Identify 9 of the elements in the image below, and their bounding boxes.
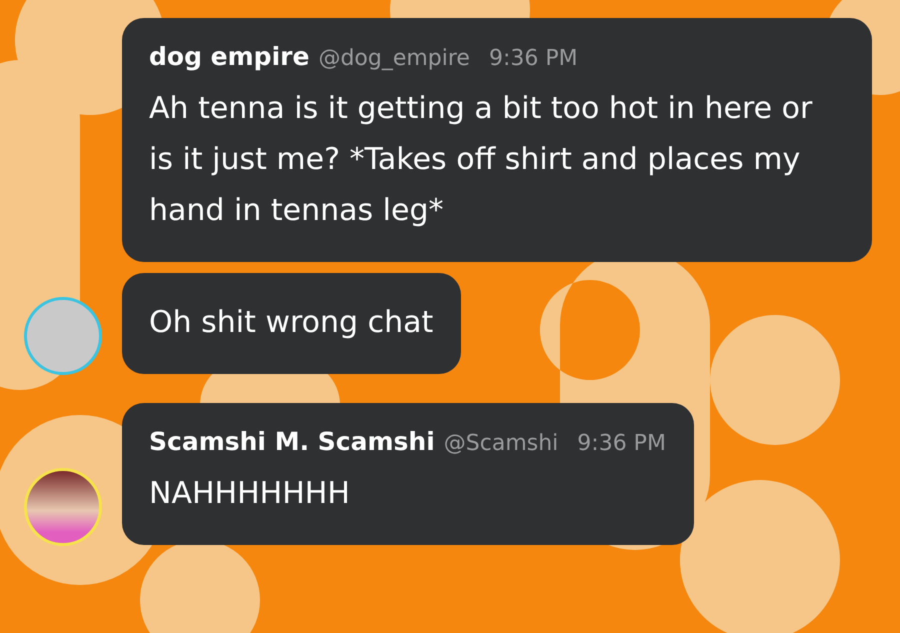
author-handle: @Scamshi bbox=[444, 431, 558, 456]
message-text: Ah tenna is it getting a bit too hot in here or is it just me? *Takes off shirt and places my hand in tennas leg* bbox=[149, 90, 814, 230]
author-handle: @dog_empire bbox=[318, 46, 470, 71]
message-text: NAHHHHHHH bbox=[149, 475, 351, 513]
author-name[interactable]: dog empire bbox=[149, 42, 310, 71]
author-name[interactable]: Scamshi M. Scamshi bbox=[149, 427, 435, 456]
message-time: 9:36 PM bbox=[488, 46, 578, 71]
message-text: Oh shit wrong chat bbox=[149, 304, 434, 342]
message-time: 9:36 PM bbox=[577, 431, 666, 456]
